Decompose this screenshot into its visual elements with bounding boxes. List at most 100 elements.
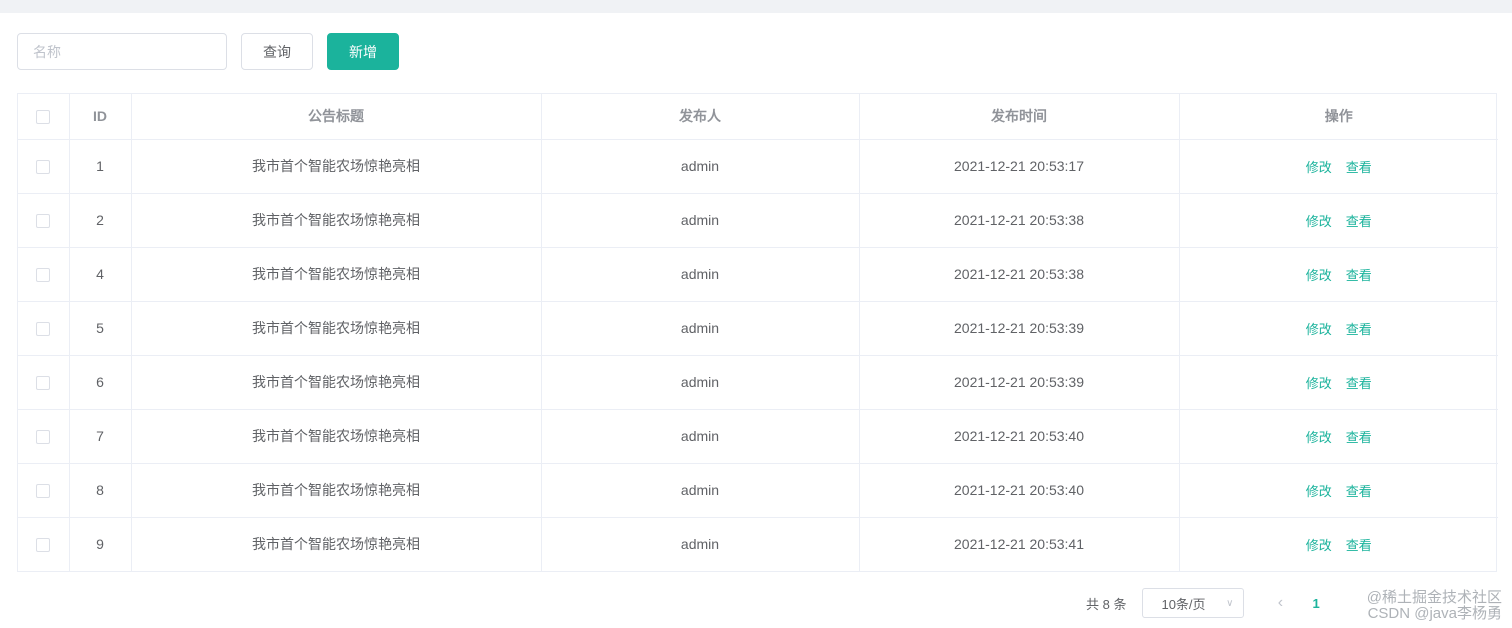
column-header-actions: 操作	[1179, 94, 1498, 140]
view-link[interactable]: 查看	[1346, 376, 1372, 391]
row-checkbox[interactable]	[36, 484, 51, 499]
cell-time: 2021-12-21 20:53:39	[859, 301, 1180, 356]
view-link[interactable]: 查看	[1346, 322, 1372, 337]
cell-id: 6	[69, 355, 132, 410]
row-select-cell	[18, 463, 70, 518]
cell-time: 2021-12-21 20:53:40	[859, 463, 1180, 518]
cell-time: 2021-12-21 20:53:38	[859, 193, 1180, 248]
cell-publisher: admin	[541, 301, 860, 356]
watermark-line-2: CSDN @java李杨勇	[1367, 605, 1502, 622]
watermark-line-1: @稀土掘金技术社区	[1366, 589, 1502, 606]
view-link[interactable]: 查看	[1346, 214, 1372, 229]
page-size-select[interactable]: 10条/页 ∨	[1142, 588, 1245, 618]
row-checkbox[interactable]	[36, 376, 51, 391]
cell-time: 2021-12-21 20:53:39	[859, 355, 1180, 410]
table-row: 7 我市首个智能农场惊艳亮相 admin 2021-12-21 20:53:40 修改查…	[18, 409, 1498, 464]
edit-link[interactable]: 修改	[1306, 538, 1332, 553]
cell-actions: 修改 查看	[1179, 517, 1498, 571]
cell-title: 我市首个智能农场惊艳亮相	[131, 409, 542, 464]
cell-title: 我市首个智能农场惊艳亮相	[131, 193, 542, 248]
cell-actions: 修改 查看	[1179, 463, 1498, 518]
cell-publisher: admin	[541, 463, 860, 518]
column-header-publisher: 发布人	[541, 94, 860, 140]
row-checkbox[interactable]	[36, 430, 51, 445]
chevron-down-icon: ∨	[1226, 597, 1234, 609]
cell-publisher: admin	[541, 409, 860, 464]
cell-publisher: admin	[541, 355, 860, 410]
cell-actions: 修改 查看	[1179, 139, 1498, 194]
row-select-cell	[18, 409, 70, 464]
row-select-cell	[18, 355, 70, 410]
cell-actions: 修改 查看	[1179, 247, 1498, 302]
table-row: 4 我市首个智能农场惊艳亮相 admin 2021-12-21 20:53:38 修改查…	[18, 247, 1498, 302]
top-bar	[0, 0, 1512, 13]
cell-publisher: admin	[541, 193, 860, 248]
add-button[interactable]: 新增	[327, 33, 399, 70]
cell-title: 我市首个智能农场惊艳亮相	[131, 139, 542, 194]
edit-link[interactable]: 修改	[1306, 268, 1332, 283]
table-header: ID 公告标题 发布人 发布时间 操作	[18, 94, 1498, 140]
edit-link[interactable]: 修改	[1306, 160, 1332, 175]
view-link[interactable]: 查看	[1346, 484, 1372, 499]
edit-link[interactable]: 修改	[1306, 214, 1332, 229]
pagination-page-1[interactable]: 1	[1312, 596, 1319, 611]
chevron-left-icon[interactable]: ‹	[1272, 594, 1288, 612]
toolbar: 查询 新增	[17, 33, 399, 70]
cell-time: 2021-12-21 20:53:41	[859, 517, 1180, 571]
view-link[interactable]: 查看	[1346, 268, 1372, 283]
cell-actions: 修改 查看	[1179, 301, 1498, 356]
row-checkbox[interactable]	[36, 538, 51, 553]
cell-title: 我市首个智能农场惊艳亮相	[131, 301, 542, 356]
edit-link[interactable]: 修改	[1306, 430, 1332, 445]
row-checkbox[interactable]	[36, 268, 51, 283]
row-checkbox[interactable]	[36, 214, 51, 229]
cell-title: 我市首个智能农场惊艳亮相	[131, 517, 542, 571]
cell-id: 1	[69, 139, 132, 194]
view-link[interactable]: 查看	[1346, 430, 1372, 445]
query-button[interactable]: 查询	[241, 33, 313, 70]
cell-id: 7	[69, 409, 132, 464]
row-select-cell	[18, 517, 70, 571]
page-size-value: 10条/页	[1161, 596, 1206, 612]
cell-id: 8	[69, 463, 132, 518]
cell-title: 我市首个智能农场惊艳亮相	[131, 247, 542, 302]
row-select-cell	[18, 139, 70, 194]
column-header-id: ID	[69, 94, 132, 140]
column-header-title: 公告标题	[131, 94, 542, 140]
cell-actions: 修改 查看	[1179, 355, 1498, 410]
cell-id: 9	[69, 517, 132, 571]
edit-link[interactable]: 修改	[1306, 376, 1332, 391]
table-row: 2 我市首个智能农场惊艳亮相 admin 2021-12-21 20:53:38 修改查…	[18, 193, 1498, 248]
edit-link[interactable]: 修改	[1306, 322, 1332, 337]
cell-time: 2021-12-21 20:53:40	[859, 409, 1180, 464]
column-header-time: 发布时间	[859, 94, 1180, 140]
cell-publisher: admin	[541, 247, 860, 302]
pagination: 共 8 条 10条/页 ∨ ‹ 1	[1086, 588, 1320, 618]
cell-id: 5	[69, 301, 132, 356]
cell-title: 我市首个智能农场惊艳亮相	[131, 355, 542, 410]
table-row: 8 我市首个智能农场惊艳亮相 admin 2021-12-21 20:53:40 修改查…	[18, 463, 1498, 518]
row-checkbox[interactable]	[36, 322, 51, 337]
cell-id: 2	[69, 193, 132, 248]
view-link[interactable]: 查看	[1346, 538, 1372, 553]
cell-actions: 修改 查看	[1179, 409, 1498, 464]
row-select-cell	[18, 193, 70, 248]
header-select-all	[18, 94, 70, 140]
cell-publisher: admin	[541, 517, 860, 571]
search-input[interactable]	[17, 33, 227, 70]
cell-time: 2021-12-21 20:53:38	[859, 247, 1180, 302]
announcement-table: ID 公告标题 发布人 发布时间 操作 1 我市首个智能农场惊艳亮相 admin 20…	[17, 93, 1498, 572]
table-row: 6 我市首个智能农场惊艳亮相 admin 2021-12-21 20:53:39 修改查…	[18, 355, 1498, 410]
cell-publisher: admin	[541, 139, 860, 194]
table-row: 1 我市首个智能农场惊艳亮相 admin 2021-12-21 20:53:17 修改查…	[18, 139, 1498, 194]
table-row: 9 我市首个智能农场惊艳亮相 admin 2021-12-21 20:53:41 修改查…	[18, 517, 1498, 571]
row-select-cell	[18, 301, 70, 356]
row-select-cell	[18, 247, 70, 302]
select-all-checkbox[interactable]	[36, 110, 51, 125]
edit-link[interactable]: 修改	[1306, 484, 1332, 499]
cell-id: 4	[69, 247, 132, 302]
view-link[interactable]: 查看	[1346, 160, 1372, 175]
watermark: @稀土掘金技术社区 CSDN @java李杨勇	[1367, 590, 1502, 622]
cell-actions: 修改 查看	[1179, 193, 1498, 248]
row-checkbox[interactable]	[36, 160, 51, 175]
